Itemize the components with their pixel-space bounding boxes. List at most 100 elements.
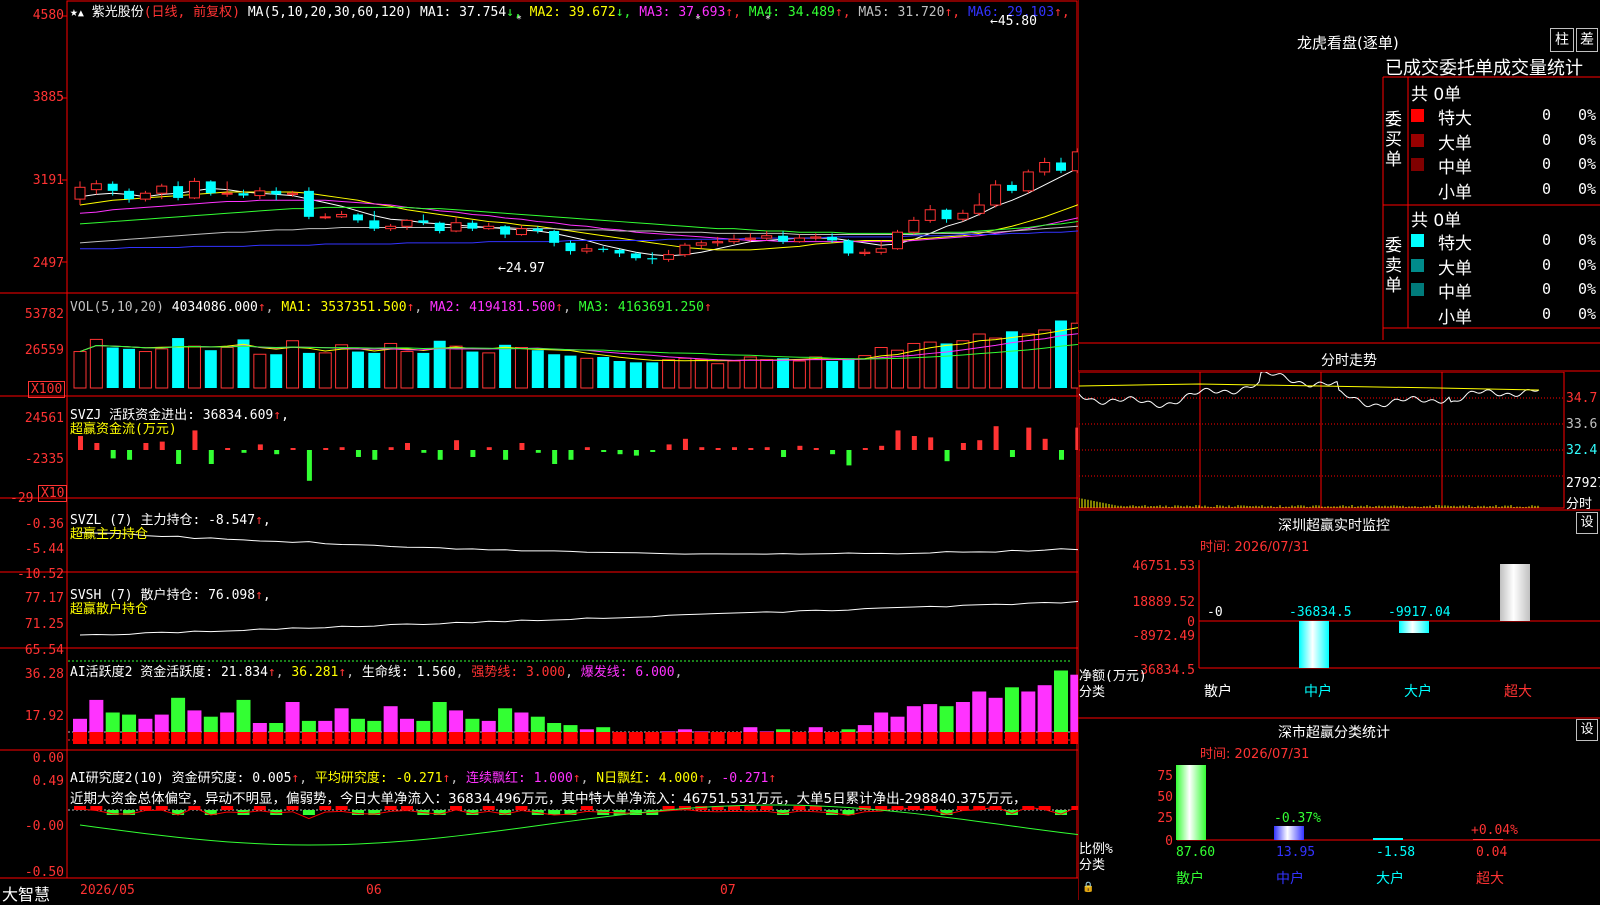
ai-active-bar bbox=[286, 702, 300, 732]
period-label[interactable]: 日线, 前复权 bbox=[152, 5, 233, 20]
szmon-bar-zhonghu bbox=[1299, 621, 1329, 668]
ai-active-bar bbox=[269, 723, 283, 732]
vol-header: VOL(5,10,20) 4034086.000↑, MA1: 3537351.… bbox=[70, 300, 712, 315]
szmon-xlabel: 分类 bbox=[1079, 685, 1105, 700]
ai-active-base bbox=[678, 732, 692, 744]
ai-active-base bbox=[351, 732, 365, 744]
star-icon[interactable]: ★ bbox=[70, 5, 78, 20]
app-name[interactable]: 大智慧 bbox=[2, 881, 50, 905]
ai-active-bar bbox=[940, 706, 954, 732]
ai-research-comment: 近期大资金总体偏空，异动不明显，偏弱势，今日大单净流入：36834.496万元，… bbox=[70, 787, 1027, 807]
kline-chart-area[interactable]: * * * bbox=[0, 0, 1078, 900]
ai-active-base bbox=[449, 732, 463, 744]
svzj-bar bbox=[732, 447, 737, 450]
svzj-subtitle: 超赢资金流(万元) bbox=[70, 418, 177, 437]
svzj-bar bbox=[307, 450, 312, 481]
svzj-bar bbox=[650, 450, 655, 452]
candle-body bbox=[778, 236, 788, 242]
ai-active-base bbox=[1005, 732, 1019, 744]
ai-active-base bbox=[1038, 732, 1052, 744]
ai-active-base bbox=[138, 732, 152, 744]
ai-active-bar bbox=[220, 713, 234, 733]
sell-count: 0 bbox=[1542, 231, 1551, 249]
svzj-bar bbox=[846, 450, 851, 465]
ai-active-base bbox=[400, 732, 414, 744]
buy-pct: 0% bbox=[1578, 180, 1596, 198]
stock-name[interactable]: 紫光股份 bbox=[92, 5, 144, 20]
ai-active-bar bbox=[874, 713, 888, 733]
ma-arrow-4: ↑, bbox=[835, 5, 858, 20]
ai-research-green-line bbox=[80, 805, 1078, 845]
ai-active-bar bbox=[564, 725, 578, 732]
ai-active-bar bbox=[302, 721, 316, 732]
ai-active-base bbox=[727, 732, 741, 744]
ai-active-bar bbox=[106, 713, 120, 733]
candle-body bbox=[451, 223, 461, 231]
svzj-bar bbox=[519, 443, 524, 450]
candle-body bbox=[680, 245, 690, 254]
ai-active-bar bbox=[1054, 671, 1068, 733]
svzj-bar bbox=[176, 450, 181, 464]
candle-body bbox=[942, 210, 952, 219]
buy-row-4[interactable]: 小单 0 0% bbox=[1411, 178, 1600, 202]
volume-bar bbox=[859, 356, 871, 388]
candle-body bbox=[582, 249, 592, 251]
bar-mode-button[interactable]: 柱 bbox=[1550, 28, 1574, 52]
ai-active-base bbox=[155, 732, 169, 744]
svzj-ytick-2: -2335 bbox=[0, 452, 64, 467]
buy-side-label: 委买单 bbox=[1385, 110, 1405, 170]
buy-row-1[interactable]: 特大 0 0% bbox=[1411, 104, 1600, 128]
buy-row-2[interactable]: 大单 0 0% bbox=[1411, 129, 1600, 153]
volume-bar bbox=[483, 353, 495, 388]
candle-body bbox=[418, 220, 428, 222]
ai-active-base bbox=[204, 732, 218, 744]
ai-active-base bbox=[171, 732, 185, 744]
svzj-bar bbox=[765, 447, 770, 450]
candle-body bbox=[271, 191, 281, 195]
ai-active-bar bbox=[694, 731, 708, 732]
candle-body bbox=[893, 232, 903, 249]
svzj-bar bbox=[814, 448, 819, 450]
buy-count: 0 bbox=[1542, 131, 1551, 149]
ai-active-base bbox=[972, 732, 986, 744]
ma-arrow-6: ↑, bbox=[1054, 5, 1070, 20]
ai-active-base bbox=[498, 732, 512, 744]
ai-active-base bbox=[645, 732, 659, 744]
sz-monitor-settings-button[interactable]: 设 bbox=[1576, 512, 1598, 534]
orderbook-tabs[interactable]: 已成交委托单成交量统计 bbox=[1385, 54, 1583, 80]
ai-active-bar bbox=[1038, 685, 1052, 732]
volume-bar bbox=[875, 348, 887, 389]
svzj-unit: X10 bbox=[38, 485, 67, 502]
volume-bar bbox=[401, 352, 413, 388]
ma-line-MA2 bbox=[80, 82, 1078, 250]
ai-active-base bbox=[465, 732, 479, 744]
volume-bar bbox=[1071, 323, 1078, 388]
sell-row-1[interactable]: 特大 0 0% bbox=[1411, 229, 1600, 253]
svzj-bar bbox=[94, 443, 99, 450]
ai-active-base bbox=[629, 732, 643, 744]
ai-active-base bbox=[956, 732, 970, 744]
buy-type: 特大 bbox=[1438, 104, 1472, 129]
svzj-ytick-1: 24561 bbox=[0, 411, 64, 426]
ai-active-base bbox=[253, 732, 267, 744]
buy-count: 0 bbox=[1542, 180, 1551, 198]
intraday-chart[interactable] bbox=[1079, 372, 1565, 509]
sell-row-4[interactable]: 小单 0 0% bbox=[1411, 303, 1600, 327]
svzj-bar bbox=[830, 450, 835, 454]
sell-row-3[interactable]: 中单 0 0% bbox=[1411, 278, 1600, 302]
ai-active-bar bbox=[449, 710, 463, 732]
svzj-bars bbox=[78, 414, 1078, 486]
sell-row-2[interactable]: 大单 0 0% bbox=[1411, 254, 1600, 278]
svzl-ytick-2: -5.44 bbox=[0, 542, 64, 557]
candle-body bbox=[647, 258, 657, 259]
sz-class-settings-button[interactable]: 设 bbox=[1576, 719, 1598, 741]
buy-row-3[interactable]: 中单 0 0% bbox=[1411, 153, 1600, 177]
svsh-ytick-3: 65.54 bbox=[0, 643, 64, 658]
candle-body bbox=[75, 187, 85, 199]
ai-active-bar bbox=[1070, 675, 1078, 732]
volume-bar bbox=[957, 341, 969, 388]
sz-monitor-chart: 46751.5318889.520-8972.49-36834.5-0 -3683… bbox=[1079, 560, 1600, 715]
candle-body bbox=[745, 238, 755, 239]
volume-bar bbox=[842, 358, 854, 388]
diff-mode-button[interactable]: 差 bbox=[1576, 28, 1598, 52]
